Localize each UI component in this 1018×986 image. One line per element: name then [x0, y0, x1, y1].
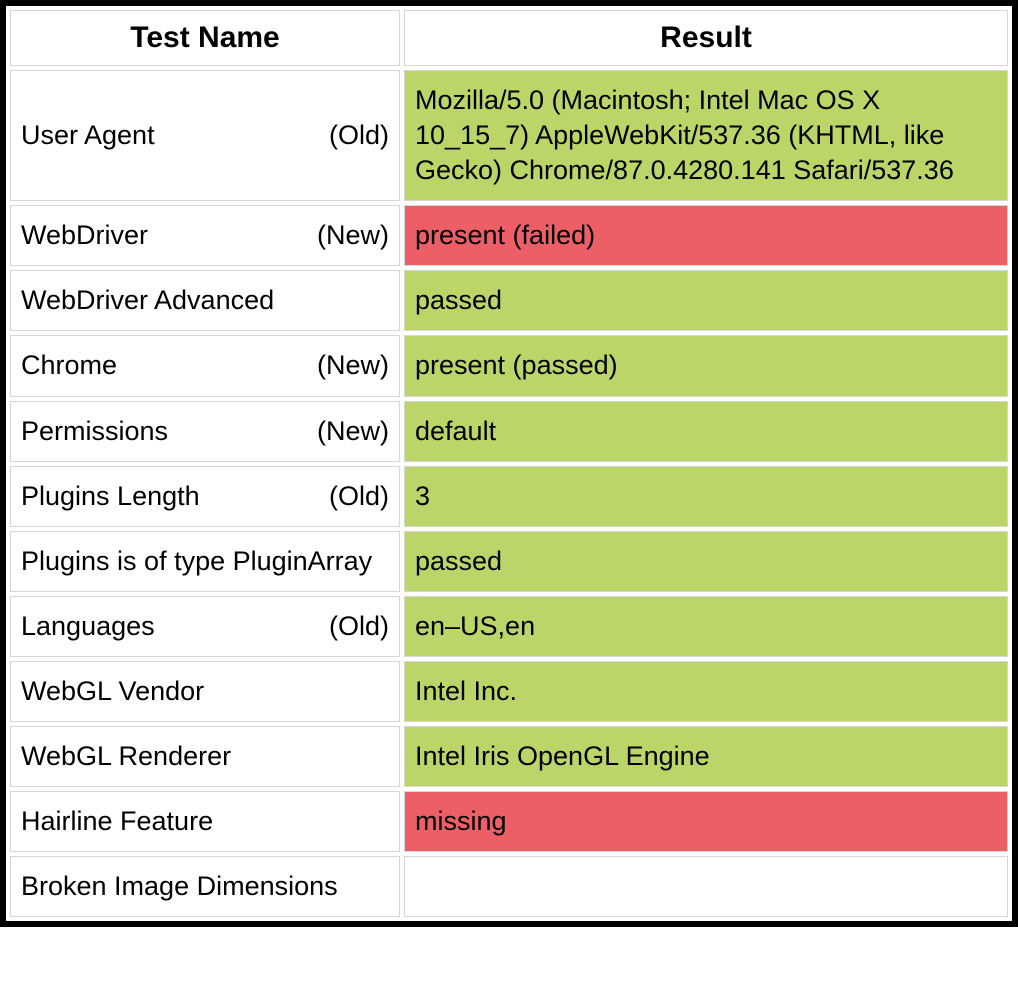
test-name-label: WebDriver [21, 218, 148, 253]
test-name-cell: Chrome (New) [10, 335, 400, 396]
test-result-cell: passed [404, 531, 1008, 592]
test-name-cell: Plugins is of type PluginArray [10, 531, 400, 592]
test-name-cell: WebGL Vendor [10, 661, 400, 722]
test-name-cell: WebDriver (New) [10, 205, 400, 266]
test-result-cell: Intel Inc. [404, 661, 1008, 722]
test-result-cell: Mozilla/5.0 (Macintosh; Intel Mac OS X 1… [404, 70, 1008, 201]
test-name-label: Plugins Length [21, 479, 200, 514]
test-name-label: Permissions [21, 414, 168, 449]
table-row: Chrome (New) present (passed) [10, 335, 1008, 396]
test-result-cell: en–US,en [404, 596, 1008, 657]
table-row: User Agent (Old) Mozilla/5.0 (Macintosh; I… [10, 70, 1008, 201]
table-row: WebGL Vendor Intel Inc. [10, 661, 1008, 722]
table-row: WebGL Renderer Intel Iris OpenGL Engine [10, 726, 1008, 787]
test-name-tag: (Old) [329, 479, 389, 514]
test-name-label: WebGL Renderer [21, 739, 231, 774]
table-row: Broken Image Dimensions [10, 856, 1008, 917]
test-name-cell: WebDriver Advanced [10, 270, 400, 331]
test-result-cell [404, 856, 1008, 917]
test-name-tag: (New) [317, 348, 389, 383]
table-row: Plugins Length (Old) 3 [10, 466, 1008, 527]
test-name-label: Languages [21, 609, 155, 644]
test-name-tag: (New) [317, 414, 389, 449]
test-name-label: WebDriver Advanced [21, 283, 274, 318]
test-name-cell: Languages (Old) [10, 596, 400, 657]
test-name-cell: WebGL Renderer [10, 726, 400, 787]
test-result-cell: missing [404, 791, 1008, 852]
table-row: Languages (Old) en–US,en [10, 596, 1008, 657]
test-name-cell: Plugins Length (Old) [10, 466, 400, 527]
test-result-cell: Intel Iris OpenGL Engine [404, 726, 1008, 787]
test-name-label: WebGL Vendor [21, 674, 204, 709]
header-result: Result [404, 10, 1008, 66]
results-container: Test Name Result User Agent (Old) Mozilla/… [0, 0, 1018, 927]
table-row: Plugins is of type PluginArray passed [10, 531, 1008, 592]
test-name-label: Hairline Feature [21, 804, 213, 839]
test-name-tag: (Old) [329, 118, 389, 153]
test-name-tag: (New) [317, 218, 389, 253]
table-row: Permissions (New) default [10, 401, 1008, 462]
table-row: WebDriver (New) present (failed) [10, 205, 1008, 266]
test-name-cell: Permissions (New) [10, 401, 400, 462]
test-name-cell: User Agent (Old) [10, 70, 400, 201]
test-result-cell: present (passed) [404, 335, 1008, 396]
test-name-cell: Broken Image Dimensions [10, 856, 400, 917]
results-table: Test Name Result User Agent (Old) Mozilla/… [0, 0, 1018, 927]
header-test-name: Test Name [10, 10, 400, 66]
header-row: Test Name Result [10, 10, 1008, 66]
table-row: WebDriver Advanced passed [10, 270, 1008, 331]
test-result-cell: present (failed) [404, 205, 1008, 266]
table-row: Hairline Feature missing [10, 791, 1008, 852]
test-name-label: Broken Image Dimensions [21, 869, 338, 904]
test-name-cell: Hairline Feature [10, 791, 400, 852]
test-name-tag: (Old) [329, 609, 389, 644]
test-result-cell: 3 [404, 466, 1008, 527]
test-name-label: Chrome [21, 348, 117, 383]
test-result-cell: passed [404, 270, 1008, 331]
test-name-label: Plugins is of type PluginArray [21, 544, 372, 579]
test-name-label: User Agent [21, 118, 155, 153]
test-result-cell: default [404, 401, 1008, 462]
